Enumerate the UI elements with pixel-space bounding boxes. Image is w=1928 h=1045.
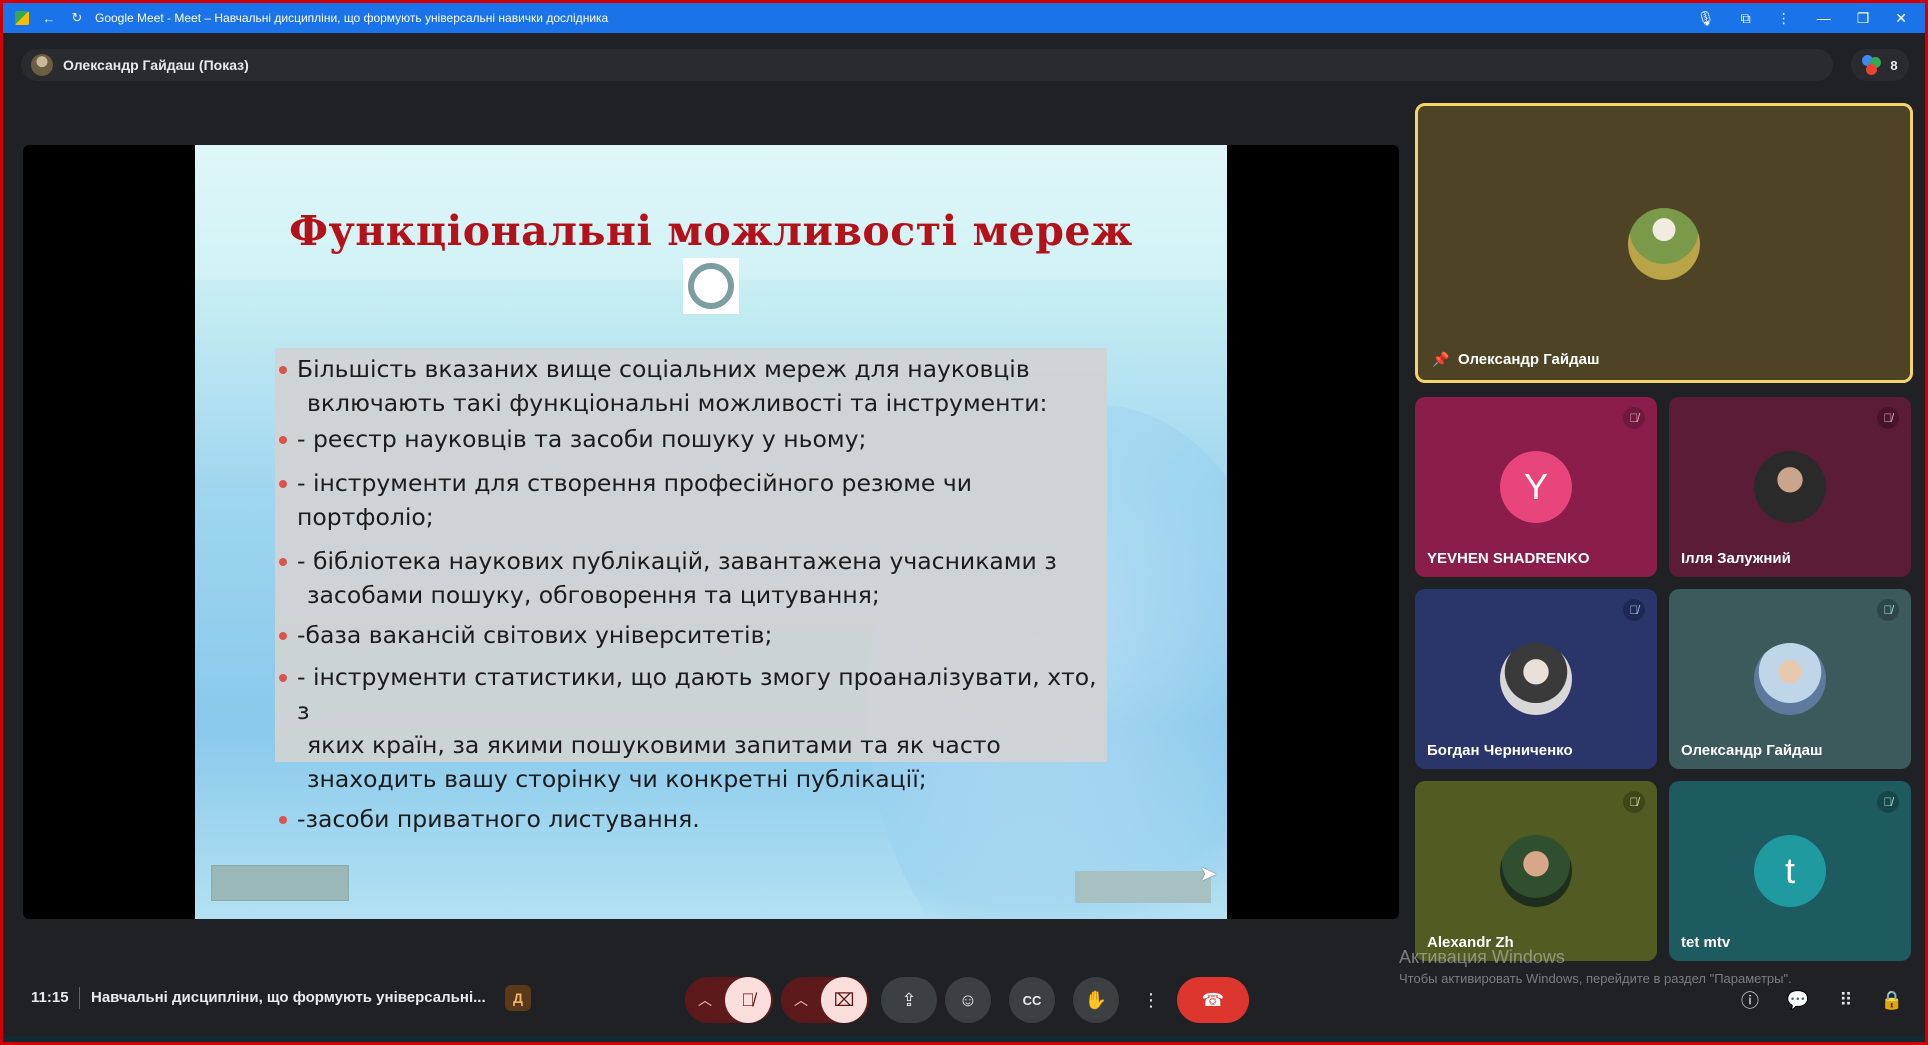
divider [79,987,80,1009]
participant-tile-main[interactable]: 📌 Олександр Гайдаш [1415,103,1913,383]
participant-name: Ілля Залужний [1681,550,1791,567]
microphone-control-group: ︿ 🎙̸ [685,977,773,1023]
loading-spinner [683,258,739,314]
participant-tile[interactable]: 🎙̸ t tet mtv [1669,781,1911,961]
mic-off-icon[interactable]: 🎙̸ [725,977,771,1023]
reload-icon[interactable]: ↻ [69,10,85,26]
avatar [1628,208,1700,280]
slide-bullet: - інструменти для створення професійного… [277,466,1107,534]
slide-footer-right [1075,871,1211,903]
avatar [1500,835,1572,907]
extensions-icon[interactable]: ⧉ [1741,10,1751,27]
participant-count: 8 [1890,57,1898,73]
participant-tile[interactable]: 🎙̸ Богдан Черниченко [1415,589,1657,769]
meeting-time: 11:15 [31,989,69,1006]
meet-favicon-icon [15,11,29,25]
slide-bullet: -база вакансій світових університетів; [277,618,1107,652]
captions-icon: CC [1022,992,1042,1008]
kebab-menu-icon[interactable]: ⋮ [1777,10,1791,27]
mic-off-icon: 🎙̸ [1877,407,1899,429]
restore-icon[interactable]: ❐ [1857,10,1870,27]
slide-body: Більшість вказаних вище соціальних мереж… [275,348,1107,833]
slide-footer-left [211,865,349,901]
meeting-title: Навчальні дисципліни, що формують універ… [91,989,486,1006]
avatar: t [1754,835,1826,907]
participant-tile[interactable]: 🎙̸ Y YEVHEN SHADRENKO [1415,397,1657,577]
captions-button[interactable]: CC [1009,977,1055,1023]
slide-title: Функціональні можливості мереж [289,207,1133,255]
mic-off-icon: 🎙̸ [1877,791,1899,813]
participant-tile[interactable]: 🎙̸ Олександр Гайдаш [1669,589,1911,769]
emoji-icon: ☺ [958,989,978,1010]
people-avatars-icon [1862,55,1882,75]
windows-activation-subtitle: Чтобы активировать Windows, перейдите в … [1399,971,1792,986]
mic-off-icon: 🎙̸ [1623,407,1645,429]
taskbar-edge [3,1036,1925,1042]
avatar [1754,643,1826,715]
mouse-cursor-icon: ➤ [1199,861,1218,886]
chevron-up-icon[interactable]: ︿ [685,990,725,1010]
slide-bullet: -засоби приватного листування. [277,802,1107,836]
avatar [1754,451,1826,523]
chevron-up-icon[interactable]: ︿ [781,990,821,1010]
presenter-label: Олександр Гайдаш (Показ) [63,57,249,73]
avatar: Y [1500,451,1572,523]
participant-name: Олександр Гайдаш [1681,742,1823,759]
slide: Функціональні можливості мереж Більшість… [195,145,1227,919]
participant-name: tet mtv [1681,934,1731,951]
browser-titlebar: ← ↻ Google Meet - Meet – Навчальні дисци… [3,3,1925,33]
slide-bullet: - інструменти статистики, що дають змогу… [277,660,1107,796]
pin-icon[interactable]: 📌 [1432,351,1449,368]
avatar [1500,643,1572,715]
close-icon[interactable]: ✕ [1895,10,1907,27]
presenter-avatar [31,54,53,76]
camera-control-group: ︿ ⌧ [781,977,869,1023]
slide-bullet: - бібліотека наукових публікацій, завант… [277,544,1107,612]
camera-off-icon[interactable]: ⌧ [821,977,867,1023]
slide-bullet: Більшість вказаних вище соціальних мереж… [277,352,1107,420]
info-icon[interactable]: ⓘ [1737,987,1763,1013]
activities-icon[interactable]: ⠿ [1833,987,1859,1013]
presenter-banner[interactable]: Олександр Гайдаш (Показ) [21,49,1833,81]
window-title: Google Meet - Meet – Навчальні дисциплін… [95,11,609,25]
end-call-icon: ☎ [1201,989,1225,1010]
host-controls-icon[interactable]: 🔒 [1879,987,1905,1013]
present-icon: ⇪ [901,989,917,1010]
more-options-button[interactable]: ⋮ [1137,977,1165,1023]
end-call-button[interactable]: ☎ [1177,977,1249,1023]
mic-off-icon: 🎙̸ [1623,599,1645,621]
participant-tile[interactable]: 🎙̸ Ілля Залужний [1669,397,1911,577]
people-button[interactable]: 8 [1851,49,1909,81]
more-options-icon: ⋮ [1142,989,1160,1010]
participant-name: Богдан Черниченко [1427,742,1573,759]
mic-off-icon: 🎙̸ [1877,599,1899,621]
present-button[interactable]: ⇪ [881,977,937,1023]
presentation-stage: Функціональні можливості мереж Більшість… [23,145,1399,919]
raise-hand-button[interactable]: ✋ [1073,977,1119,1023]
mic-off-icon: 🎙̸ [1623,791,1645,813]
chat-icon[interactable]: 💬 [1785,987,1811,1013]
participant-tile[interactable]: 🎙̸ Alexandr Zh [1415,781,1657,961]
participant-name: Олександр Гайдаш [1458,351,1600,368]
back-arrow-icon[interactable]: ← [41,10,57,26]
windows-activation-title: Активация Windows [1399,947,1565,967]
emoji-button[interactable]: ☺ [945,977,991,1023]
raise-hand-icon: ✋ [1084,989,1108,1010]
participant-name: YEVHEN SHADRENKO [1427,550,1590,567]
document-icon[interactable]: Д [505,985,531,1011]
microphone-icon[interactable]: 🎙 [1697,10,1715,27]
minimize-icon[interactable]: — [1817,10,1831,26]
slide-bullet: - реєстр науковців та засоби пошуку у нь… [277,422,1107,456]
